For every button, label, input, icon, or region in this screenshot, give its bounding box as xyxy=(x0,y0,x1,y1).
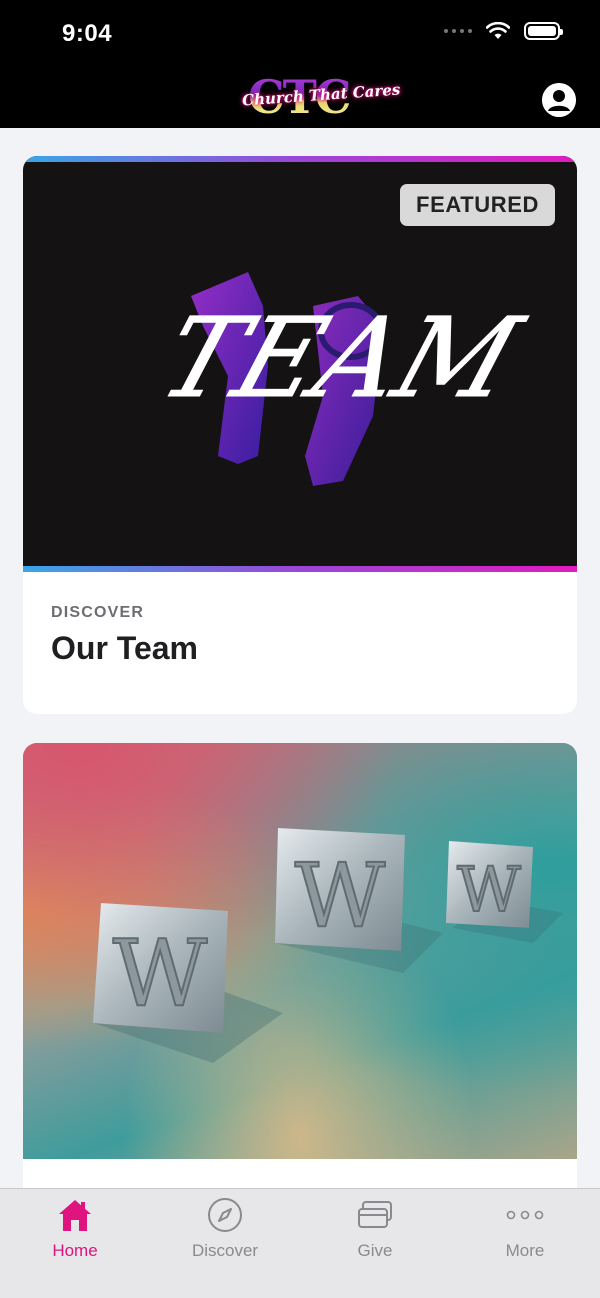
card-hero-image: TEAM FEATURED xyxy=(23,156,577,572)
tab-discover[interactable]: Discover xyxy=(150,1189,300,1298)
content-card[interactable]: W W W xyxy=(23,743,577,1188)
tab-label: More xyxy=(505,1241,545,1260)
www-blocks-artwork: W W W xyxy=(93,828,563,1063)
signal-icon xyxy=(444,29,472,33)
card-icon xyxy=(355,1195,395,1235)
tab-label: Home xyxy=(52,1241,98,1260)
compass-icon xyxy=(205,1195,245,1235)
card-category: DISCOVER xyxy=(51,604,145,621)
featured-badge: FEATURED xyxy=(400,184,555,226)
block-letter: W xyxy=(295,844,386,947)
user-icon xyxy=(542,83,576,117)
tab-label: Give xyxy=(357,1241,393,1260)
app-logo: CTC Church That Cares xyxy=(240,72,401,122)
hero-team-text: TEAM xyxy=(146,294,536,423)
block-letter: W xyxy=(457,853,521,926)
status-indicators xyxy=(444,22,563,40)
home-icon xyxy=(55,1195,95,1235)
tab-label: Discover xyxy=(191,1241,259,1260)
featured-card[interactable]: TEAM FEATURED DISCOVER Our Team xyxy=(23,156,577,714)
more-icon xyxy=(505,1195,545,1235)
tab-give[interactable]: Give xyxy=(300,1189,450,1298)
tab-bar: Home Discover Give More xyxy=(0,1188,600,1298)
tab-home[interactable]: Home xyxy=(0,1189,150,1298)
card-title: Our Team xyxy=(51,630,198,666)
app-header: 9:04 CTC Church That Cares xyxy=(0,0,600,128)
card-hero-image: W W W xyxy=(23,743,577,1159)
wifi-icon xyxy=(486,22,510,39)
battery-icon xyxy=(524,22,563,40)
profile-button[interactable] xyxy=(542,83,576,117)
feed[interactable]: TEAM FEATURED DISCOVER Our Team W W W xyxy=(0,128,600,1188)
block-letter: W xyxy=(113,920,208,1027)
tab-more[interactable]: More xyxy=(450,1189,600,1298)
status-time: 9:04 xyxy=(62,20,113,47)
